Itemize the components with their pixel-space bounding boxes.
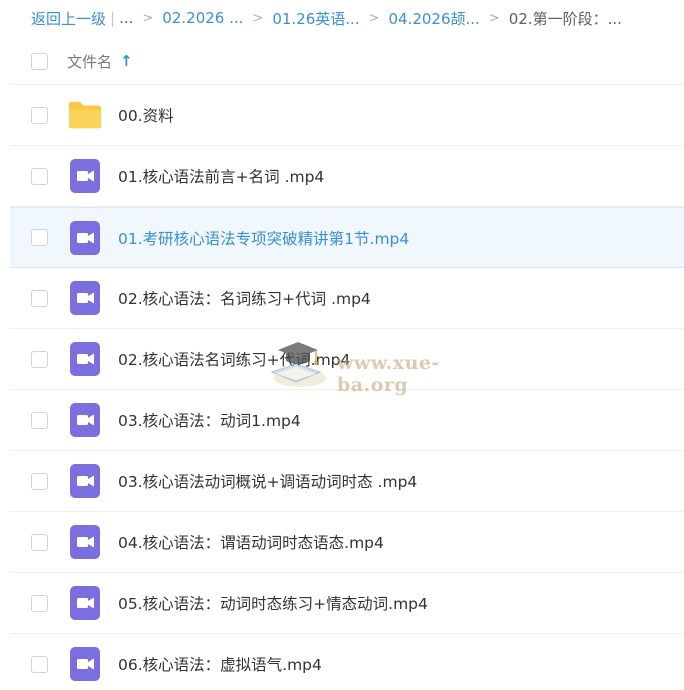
breadcrumb-arrow-icon: > — [488, 10, 500, 26]
breadcrumb-arrow-icon: > — [368, 10, 380, 26]
breadcrumb-arrow-icon: > — [252, 10, 264, 26]
row-checkbox[interactable] — [31, 350, 48, 368]
file-row[interactable]: 03.核心语法动词概说+调语动词时态 .mp4 — [10, 451, 684, 512]
file-row[interactable]: 05.核心语法：动词时态练习+情态动词.mp4 — [10, 573, 684, 634]
file-name[interactable]: 03.核心语法：动词1.mp4 — [118, 409, 301, 431]
file-row[interactable]: 06.核心语法：虚拟语气.mp4 — [10, 634, 684, 690]
file-name[interactable]: 05.核心语法：动词时态练习+情态动词.mp4 — [118, 592, 428, 614]
file-browser: 返回上一级 | ... > 02.2026 ... > 01.26英语... >… — [0, 0, 684, 690]
video-file-icon — [68, 403, 102, 437]
row-checkbox[interactable] — [31, 594, 48, 612]
file-row[interactable]: 01.核心语法前言+名词 .mp4 — [10, 146, 684, 207]
breadcrumb-item[interactable]: 04.2026颉... — [388, 8, 479, 29]
breadcrumb: 返回上一级 | ... > 02.2026 ... > 01.26英语... >… — [0, 0, 684, 36]
file-name[interactable]: 01.考研核心语法专项突破精讲第1节.mp4 — [118, 227, 409, 249]
folder-icon — [68, 98, 102, 132]
video-file-icon — [68, 647, 102, 681]
file-name[interactable]: 03.核心语法动词概说+调语动词时态 .mp4 — [118, 470, 417, 492]
file-name[interactable]: 00.资料 — [118, 104, 174, 126]
back-link[interactable]: 返回上一级 — [31, 8, 106, 29]
breadcrumb-ellipsis[interactable]: ... — [119, 9, 133, 27]
breadcrumb-item[interactable]: 02.2026 ... — [162, 9, 243, 27]
breadcrumb-divider: | — [110, 9, 116, 27]
filename-column-header[interactable]: 文件名 — [67, 51, 112, 72]
video-file-icon — [68, 525, 102, 559]
row-checkbox[interactable] — [31, 533, 48, 551]
sort-ascending-icon[interactable]: ↑ — [120, 52, 133, 70]
file-name[interactable]: 01.核心语法前言+名词 .mp4 — [118, 165, 324, 187]
breadcrumb-item[interactable]: 01.26英语... — [272, 8, 359, 29]
file-row[interactable]: 00.资料 — [10, 85, 684, 146]
row-checkbox[interactable] — [31, 411, 48, 429]
file-row[interactable]: 02.核心语法：名词练习+代词 .mp4 — [10, 268, 684, 329]
row-checkbox[interactable] — [31, 655, 48, 673]
file-name[interactable]: 02.核心语法：名词练习+代词 .mp4 — [118, 287, 371, 309]
video-file-icon — [68, 342, 102, 376]
row-checkbox[interactable] — [31, 106, 48, 124]
video-file-icon — [68, 281, 102, 315]
row-checkbox[interactable] — [31, 229, 48, 246]
select-all-checkbox[interactable] — [31, 52, 48, 70]
file-row[interactable]: 02.核心语法名词练习+代词.mp4 — [10, 329, 684, 390]
file-name[interactable]: 06.核心语法：虚拟语气.mp4 — [118, 653, 322, 675]
file-list: 00.资料 01.核心语法前言+名词 .mp4 01.考研核心语法专项突破精讲第1节… — [10, 85, 684, 690]
list-header: 文件名 ↑ — [10, 38, 684, 85]
file-row[interactable]: 01.考研核心语法专项突破精讲第1节.mp4 — [10, 207, 684, 268]
breadcrumb-arrow-icon: > — [142, 10, 154, 26]
video-file-icon — [68, 220, 102, 255]
file-row[interactable]: 04.核心语法：谓语动词时态语态.mp4 — [10, 512, 684, 573]
row-checkbox[interactable] — [31, 472, 48, 490]
video-file-icon — [68, 159, 102, 193]
file-name[interactable]: 04.核心语法：谓语动词时态语态.mp4 — [118, 531, 384, 553]
row-checkbox[interactable] — [31, 167, 48, 185]
row-checkbox[interactable] — [31, 289, 48, 307]
breadcrumb-current: 02.第一阶段：... — [508, 9, 622, 28]
video-file-icon — [68, 586, 102, 620]
file-name[interactable]: 02.核心语法名词练习+代词.mp4 — [118, 348, 350, 370]
video-file-icon — [68, 464, 102, 498]
file-row[interactable]: 03.核心语法：动词1.mp4 — [10, 390, 684, 451]
